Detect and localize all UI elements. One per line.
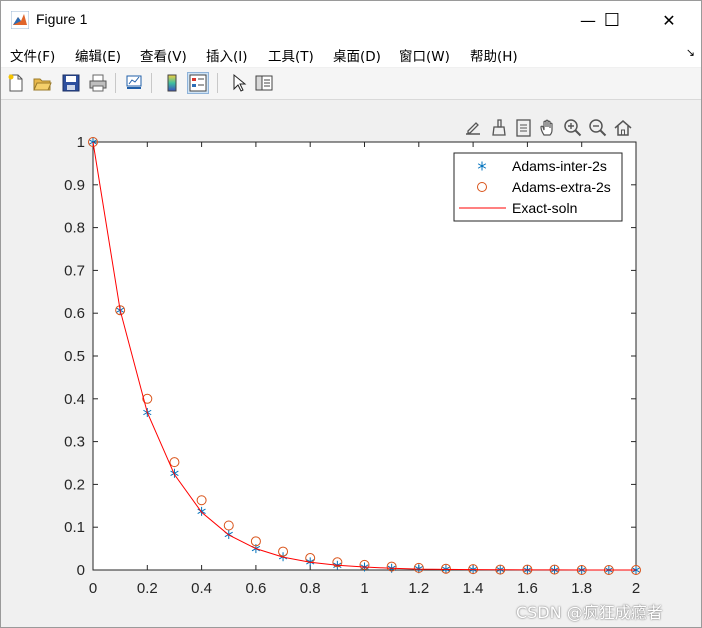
figure-toolbar [1,68,701,100]
matlab-logo-icon [11,11,29,29]
property-editor-icon[interactable] [253,72,275,94]
menu-bar: 文件(F) 编辑(E) 查看(V) 插入(I) 工具(T) 桌面(D) 窗口(W… [1,39,701,67]
menu-expand-icon[interactable]: ↘ [686,46,695,59]
menu-desktop[interactable]: 桌面(D) [333,45,381,65]
x-tick-label: 1 [360,580,368,597]
legend-label: Adams-inter-2s [512,158,607,174]
title-bar[interactable]: Figure 1 — ☐ ✕ [1,1,701,39]
y-tick-label: 0.7 [64,262,85,279]
menu-help[interactable]: 帮助(H) [470,45,518,65]
figure-window: Figure 1 — ☐ ✕ 文件(F) 编辑(E) 查看(V) 插入(I) 工… [0,0,702,628]
y-tick-label: 0 [77,562,85,579]
watermark-text: CSDN @疯狂成瘾者 [516,603,663,622]
y-tick-label: 1 [77,134,85,151]
x-tick-label: 1.6 [517,580,538,597]
menu-window[interactable]: 窗口(W) [399,45,450,65]
menu-file[interactable]: 文件(F) [10,45,55,65]
toolbar-separator [151,73,152,93]
legend-icon[interactable] [187,72,209,94]
y-tick-label: 0.6 [64,305,85,322]
close-button[interactable]: ✕ [646,1,692,39]
close-icon: ✕ [662,10,676,30]
colorbar-icon[interactable] [161,72,183,94]
print-icon[interactable] [87,72,109,94]
link-plot-icon[interactable] [123,72,145,94]
open-file-icon[interactable] [31,72,53,94]
y-tick-label: 0.5 [64,348,85,365]
new-figure-icon[interactable] [5,72,27,94]
y-tick-label: 0.3 [64,434,85,451]
menu-tools[interactable]: 工具(T) [268,45,314,65]
menu-edit[interactable]: 编辑(E) [75,45,121,65]
menu-insert[interactable]: 插入(I) [206,45,248,65]
y-tick-label: 0.9 [64,177,85,194]
toolbar-separator [217,73,218,93]
x-tick-label: 0 [89,580,97,597]
menu-view[interactable]: 查看(V) [140,45,187,65]
x-tick-label: 2 [632,580,640,597]
x-tick-label: 1.2 [408,580,429,597]
x-tick-label: 0.4 [191,580,212,597]
toolbar-separator [115,73,116,93]
save-icon[interactable] [60,72,82,94]
y-tick-label: 0.2 [64,476,85,493]
y-tick-label: 0.4 [64,391,85,408]
y-tick-label: 0.8 [64,220,85,237]
edit-plot-icon[interactable] [227,72,249,94]
maximize-icon: ☐ [603,9,621,31]
window-title: Figure 1 [36,11,88,27]
legend-label: Exact-soln [512,200,577,216]
x-tick-label: 1.8 [571,580,592,597]
x-tick-label: 0.8 [300,580,321,597]
y-tick-label: 0.1 [64,519,85,536]
x-tick-label: 0.2 [137,580,158,597]
x-tick-label: 0.6 [245,580,266,597]
maximize-button[interactable]: ☐ [589,1,635,39]
legend-label: Adams-extra-2s [512,179,611,195]
x-tick-label: 1.4 [463,580,484,597]
line-chart[interactable]: 0 0.2 0.4 0.6 0.8 1 1.2 1.4 1.6 1.8 2 0 0.1 0.2 0.3 0.4… [1,100,701,627]
